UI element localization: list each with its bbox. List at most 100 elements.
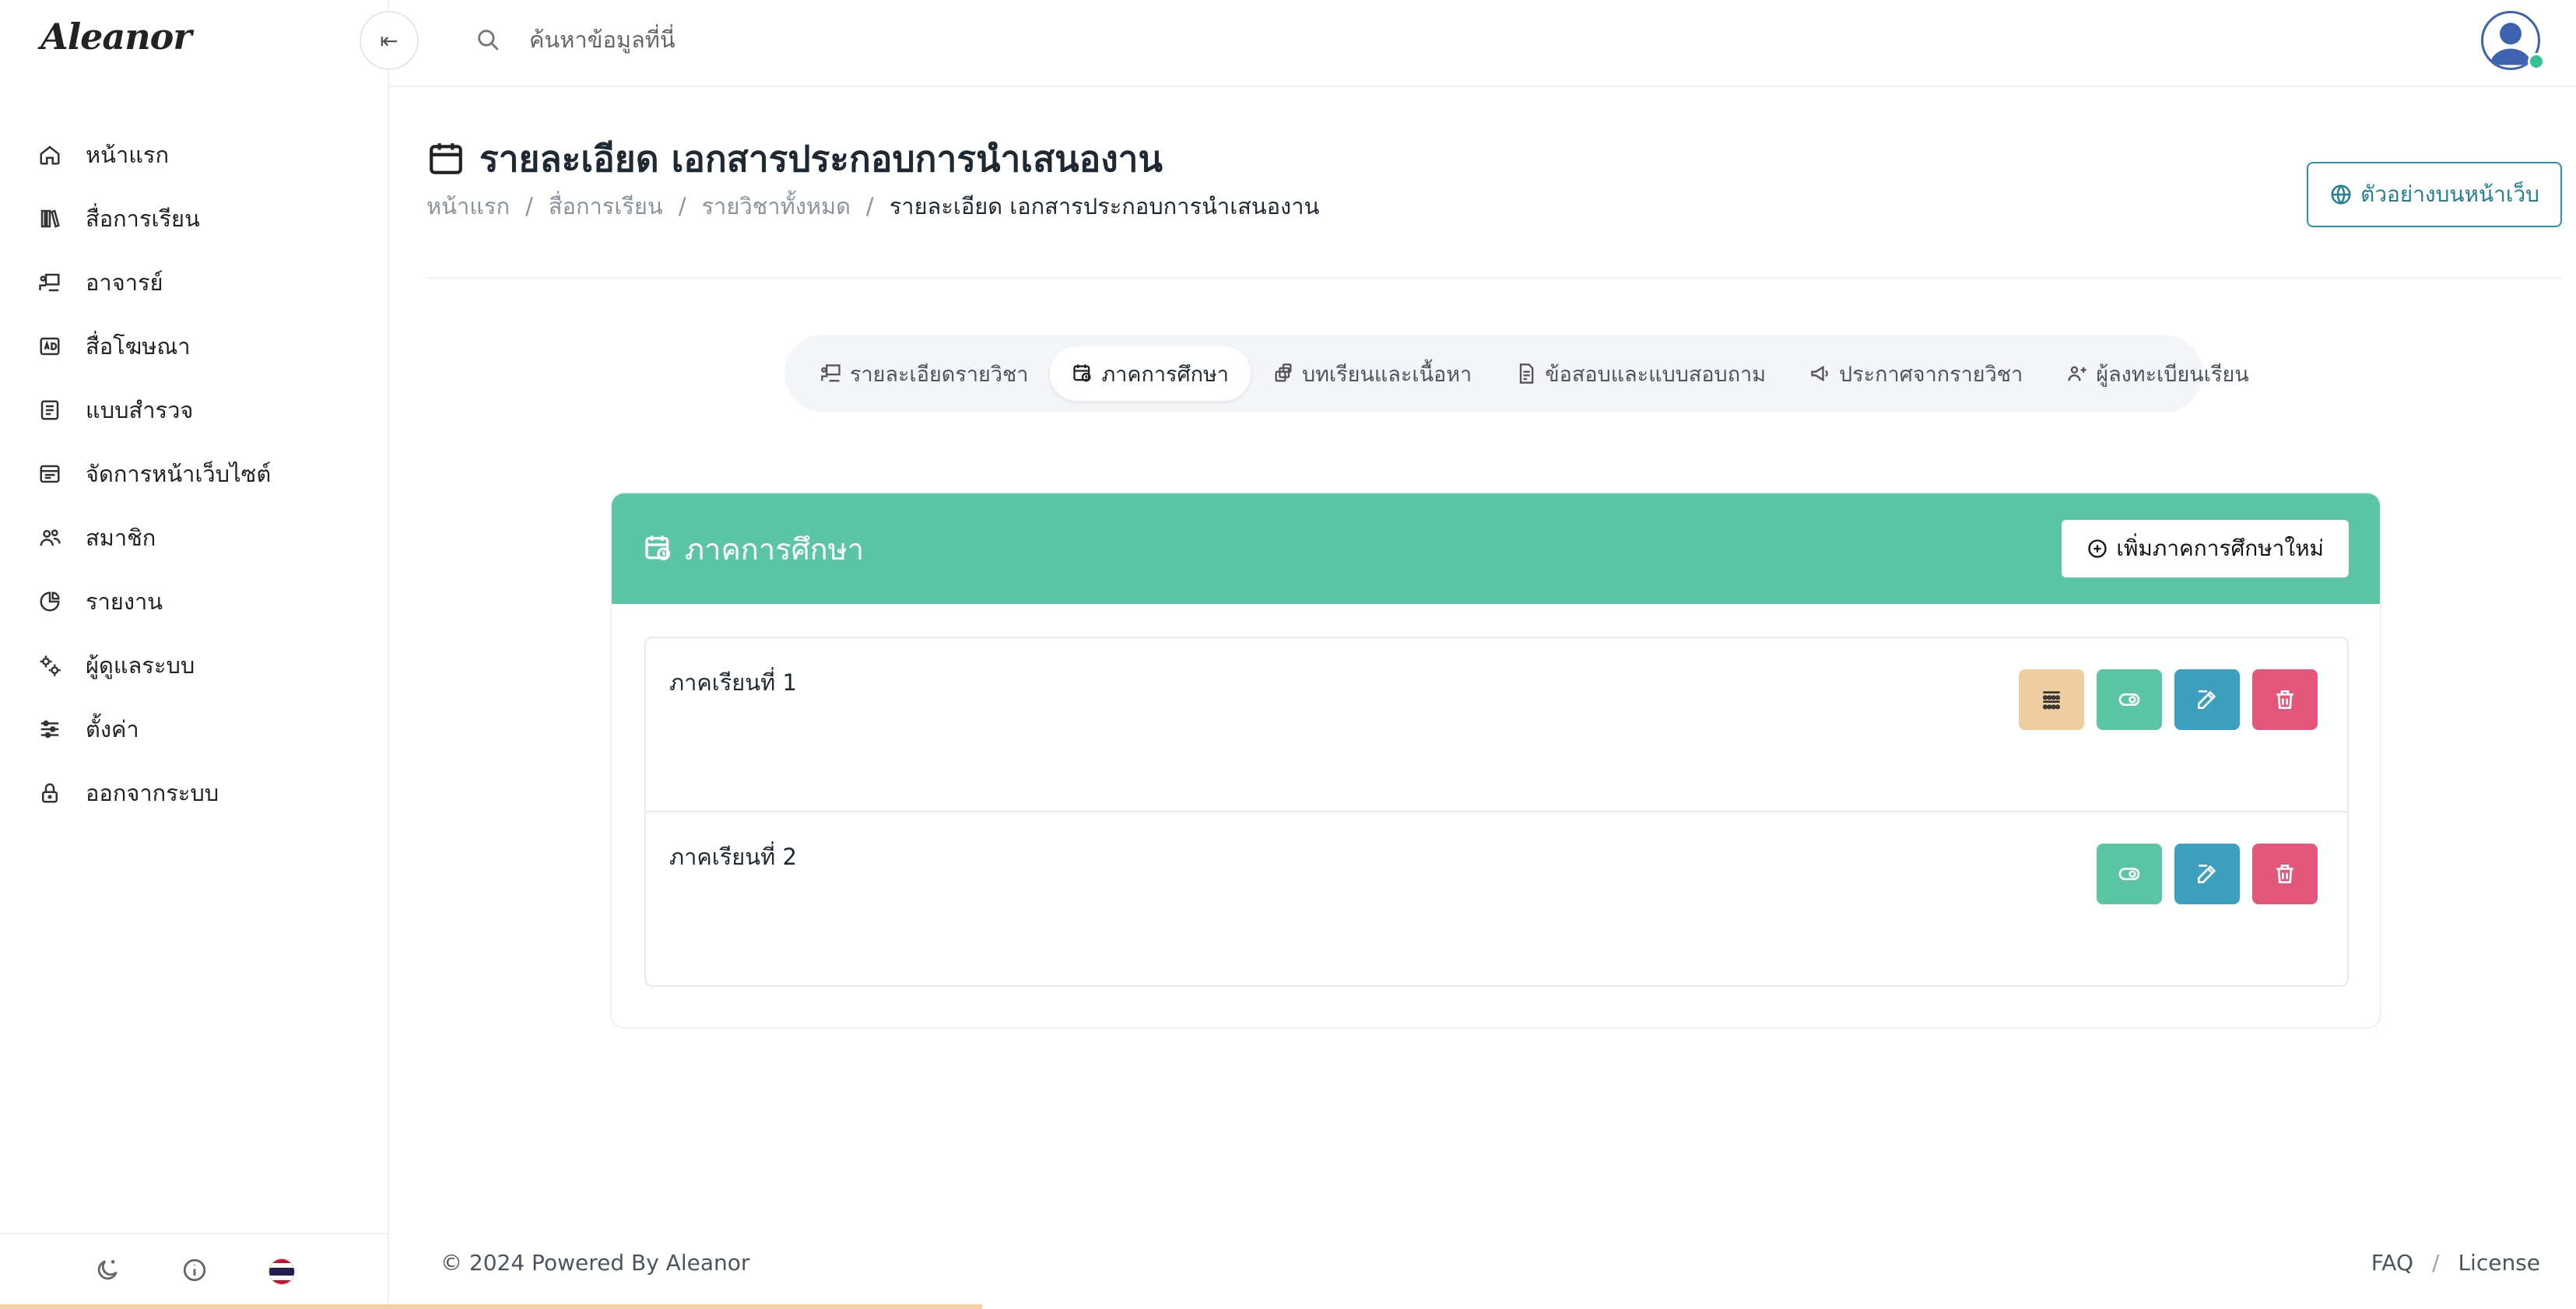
sidebar-footer	[0, 1233, 389, 1309]
edit-button[interactable]	[2174, 669, 2240, 730]
header-divider	[426, 277, 2562, 279]
sidebar-item-members[interactable]: สมาชิก	[0, 506, 389, 570]
collapse-left-icon: ⇤	[380, 27, 398, 54]
users-icon	[37, 525, 62, 550]
survey-icon	[37, 398, 62, 423]
sidebar-nav: หน้าแรก สื่อการเรียน อาจารย์ สื่อโฆษณา แ…	[0, 123, 389, 825]
moon-icon[interactable]	[94, 1257, 121, 1286]
calendar-clock-icon	[645, 535, 670, 560]
add-semester-label: เพิ่มภาคการศึกษาใหม่	[2116, 535, 2324, 561]
sidebar-item-home[interactable]: หน้าแรก	[0, 123, 389, 187]
tab-course-details[interactable]: รายละเอียดรายวิชา	[798, 346, 1050, 401]
sidebar: Aleanor หน้าแรก สื่อการเรียน อาจารย์ สื่…	[0, 0, 389, 1309]
sidebar-collapse-button[interactable]: ⇤	[360, 11, 419, 70]
grid-icon	[2042, 691, 2061, 710]
plus-circle-icon	[2088, 539, 2107, 558]
row-actions	[2097, 844, 2318, 904]
tab-exams[interactable]: ข้อสอบและแบบสอบถาม	[1493, 346, 1788, 401]
info-icon[interactable]	[181, 1257, 208, 1286]
edit-button[interactable]	[2174, 844, 2240, 904]
semester-list: ภาคเรียนที่ 1 ภาคเรียนที่ 2	[644, 637, 2349, 987]
online-status-dot	[2528, 53, 2545, 70]
books-icon	[37, 206, 62, 231]
breadcrumb-separator: /	[678, 193, 686, 219]
sidebar-item-label: สื่อการเรียน	[86, 205, 200, 232]
semester-name: ภาคเรียนที่ 2	[669, 844, 797, 870]
sidebar-item-label: หน้าแรก	[86, 142, 170, 168]
breadcrumb-learning-media[interactable]: สื่อการเรียน	[549, 188, 663, 224]
sidebar-item-label: แบบสำรวจ	[86, 397, 194, 423]
globe-icon	[2331, 184, 2351, 205]
sidebar-item-website[interactable]: จัดการหน้าเว็บไซต์	[0, 442, 389, 506]
exam-document-icon	[1520, 363, 1534, 384]
license-link[interactable]: License	[2458, 1250, 2540, 1276]
search-input[interactable]	[529, 20, 1230, 59]
semester-card-header: ภาคการศึกษา เพิ่มภาคการศึกษาใหม่	[612, 493, 2380, 604]
breadcrumb-separator: /	[525, 193, 533, 219]
toggle-icon	[2118, 693, 2140, 706]
sidebar-item-label: สมาชิก	[86, 525, 156, 551]
sidebar-item-learning-media[interactable]: สื่อการเรียน	[0, 187, 389, 251]
semester-card: ภาคการศึกษา เพิ่มภาคการศึกษาใหม่ ภาคเรีย…	[610, 492, 2381, 1029]
sidebar-item-survey[interactable]: แบบสำรวจ	[0, 378, 389, 442]
web-preview-button[interactable]: ตัวอย่างบนหน้าเว็บ	[2307, 162, 2562, 227]
breadcrumb-separator: /	[865, 193, 874, 219]
breadcrumb-current: รายละเอียด เอกสารประกอบการนำเสนองาน	[889, 193, 1320, 219]
sidebar-item-reports[interactable]: รายงาน	[0, 570, 389, 633]
add-semester-button[interactable]: เพิ่มภาคการศึกษาใหม่	[2062, 520, 2349, 577]
tab-semesters[interactable]: ภาคการศึกษา	[1050, 346, 1251, 401]
lessons-icon	[1275, 363, 1292, 382]
sidebar-item-admins[interactable]: ผู้ดูแลระบบ	[0, 633, 389, 697]
tab-label: ภาคการศึกษา	[1101, 362, 1229, 387]
tab-label: ข้อสอบและแบบสอบถาม	[1545, 362, 1766, 387]
app-root: Aleanor หน้าแรก สื่อการเรียน อาจารย์ สื่…	[0, 0, 2576, 1309]
tab-announcements[interactable]: ประกาศจากรายวิชา	[1788, 346, 2044, 401]
sidebar-item-label: อาจารย์	[86, 269, 163, 296]
sliders-icon	[37, 717, 62, 742]
pie-chart-icon	[37, 589, 62, 614]
main-content: รายละเอียด เอกสารประกอบการนำเสนองาน หน้า…	[389, 87, 2576, 1309]
logo[interactable]: Aleanor	[40, 16, 192, 58]
topbar	[389, 0, 2576, 87]
calendar-icon	[430, 142, 462, 174]
tab-enrolled[interactable]: ผู้ลงทะเบียนเรียน	[2044, 346, 2271, 401]
thai-flag-icon[interactable]	[268, 1258, 295, 1285]
breadcrumb-home[interactable]: หน้าแรก	[426, 188, 510, 224]
tab-label: ผู้ลงทะเบียนเรียน	[2096, 362, 2249, 387]
sidebar-item-logout[interactable]: ออกจากระบบ	[0, 761, 389, 825]
page-title: รายละเอียด เอกสารประกอบการนำเสนองาน	[426, 131, 1163, 188]
course-tabs: รายละเอียดรายวิชา ภาคการศึกษา บทเรียนและ…	[784, 335, 2249, 412]
ad-icon	[37, 334, 62, 359]
footer-links: FAQ / License	[2371, 1250, 2540, 1276]
sidebar-item-label: จัดการหน้าเว็บไซต์	[86, 461, 272, 487]
row-actions	[2019, 669, 2318, 730]
trash-icon	[2276, 865, 2293, 883]
sidebar-item-label: ออกจากระบบ	[86, 780, 219, 806]
delete-button[interactable]	[2252, 669, 2318, 730]
faq-link[interactable]: FAQ	[2371, 1250, 2413, 1276]
footer-separator: /	[2432, 1250, 2440, 1276]
sidebar-item-label: ตั้งค่า	[86, 716, 139, 742]
sidebar-item-teachers[interactable]: อาจารย์	[0, 251, 389, 314]
sidebar-item-ads[interactable]: สื่อโฆษณา	[0, 314, 389, 378]
breadcrumb-all-courses[interactable]: รายวิชาทั้งหมด	[701, 188, 850, 224]
semester-card-title: ภาคการศึกษา	[643, 525, 864, 573]
delete-button[interactable]	[2252, 844, 2318, 904]
manage-grid-button[interactable]	[2019, 669, 2084, 730]
toggle-visibility-button[interactable]	[2097, 669, 2162, 730]
megaphone-icon	[1811, 365, 1828, 382]
teacher-icon	[37, 270, 62, 295]
web-preview-label: ตัวอย่างบนหน้าเว็บ	[2360, 182, 2539, 206]
home-icon	[37, 142, 62, 167]
calendar-clock-icon	[1073, 364, 1091, 382]
edit-icon	[2198, 865, 2216, 883]
tab-lessons[interactable]: บทเรียนและเนื้อหา	[1251, 346, 1493, 401]
trash-icon	[2276, 690, 2293, 709]
sidebar-item-settings[interactable]: ตั้งค่า	[0, 697, 389, 761]
toggle-visibility-button[interactable]	[2097, 844, 2162, 904]
toggle-icon	[2118, 868, 2140, 880]
sidebar-item-label: สื่อโฆษณา	[86, 333, 191, 360]
edit-icon	[2198, 690, 2216, 709]
browser-icon	[37, 461, 62, 486]
list-item: ภาคเรียนที่ 1	[646, 638, 2347, 812]
